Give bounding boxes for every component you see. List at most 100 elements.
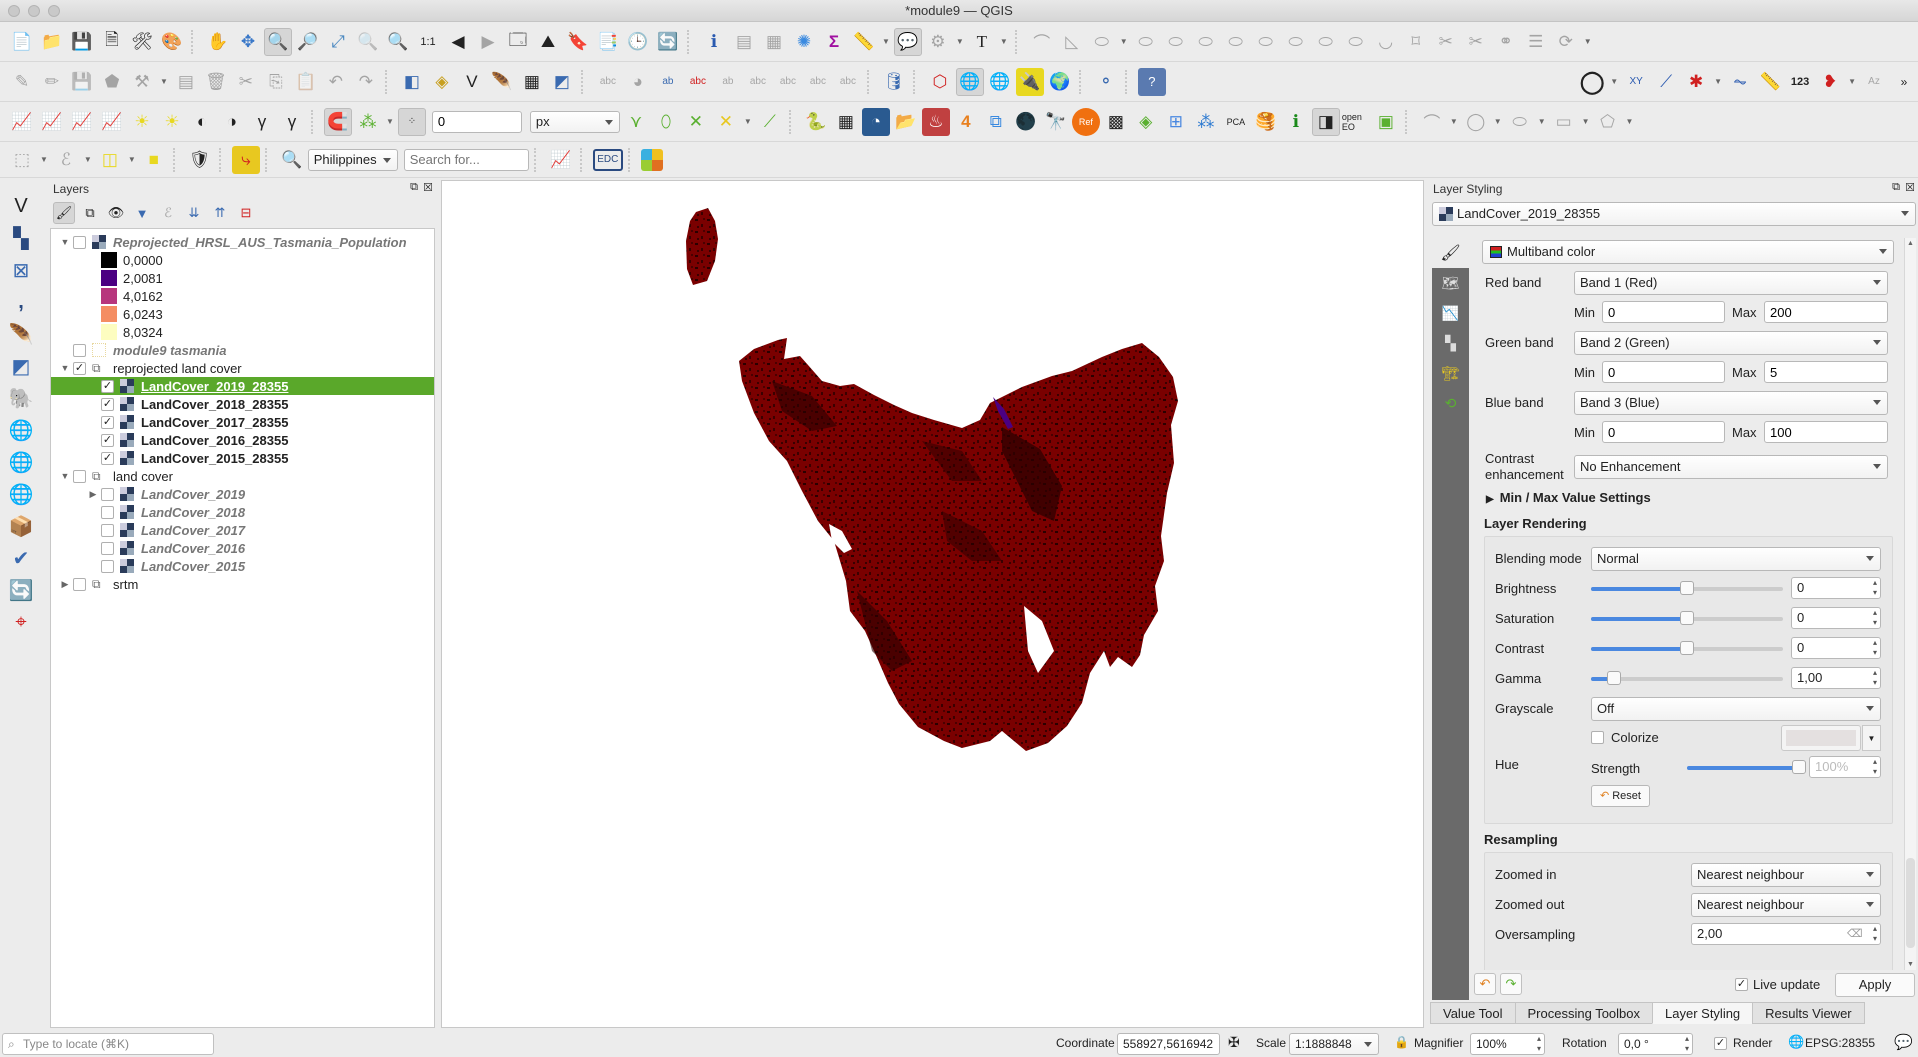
expand-all-icon[interactable]: ⇊ [183, 202, 205, 224]
red-band-select[interactable]: Band 1 (Red) [1574, 271, 1888, 295]
new-virtual-layer-icon[interactable]: ▦ [518, 68, 546, 96]
azimuth-icon[interactable]: Az [1860, 68, 1888, 96]
digitize-polygon-check-icon[interactable]: ✔ [7, 544, 35, 572]
chevron-down-icon[interactable]: ▼ [1610, 77, 1618, 86]
select-annotation-icon[interactable]: ⚙ [924, 28, 952, 56]
rotation-spinbox[interactable]: 0,0 ° [1618, 1033, 1693, 1055]
add-vector-layer-icon[interactable]: V [7, 192, 35, 220]
styling-scrollbar[interactable]: ▲ ▼ [1904, 238, 1916, 970]
pan-to-selection-icon[interactable]: ✥ [234, 28, 262, 56]
contrast-slider[interactable] [1591, 641, 1783, 655]
cut-features-icon[interactable]: ✂ [232, 68, 260, 96]
undo-style-button[interactable]: ↶ [1474, 973, 1496, 995]
layer-visibility-checkbox[interactable]: ✓ [101, 397, 114, 411]
time-series-chart-icon[interactable]: 📈 [547, 146, 575, 174]
brightness-slider[interactable] [1591, 581, 1783, 595]
dock-tab[interactable]: Layer Styling [1652, 1002, 1754, 1024]
gamma-spinbox[interactable]: 1,00 [1791, 667, 1881, 689]
pan-icon[interactable]: ✋ [204, 28, 232, 56]
crs-globe-icon[interactable]: 🌐 [1788, 1034, 1804, 1050]
green-layout-icon[interactable]: ▣ [1372, 108, 1400, 136]
blending-mode-select[interactable]: Normal [1591, 547, 1881, 571]
fill-ring-icon[interactable]: ⬭ [1162, 28, 1190, 56]
network-plugin-icon[interactable]: ⁂ [1192, 108, 1220, 136]
add-polygon-icon[interactable]: ⬟ [98, 68, 126, 96]
shape-circle-icon[interactable]: ◯ [1462, 108, 1490, 136]
style-manager-icon[interactable]: 🎨 [158, 28, 186, 56]
add-wms-icon[interactable]: 🌐 [955, 67, 984, 96]
statistics-icon[interactable]: ▦ [760, 28, 788, 56]
chevron-down-icon[interactable]: ▼ [956, 37, 964, 46]
zoomed-out-select[interactable]: Nearest neighbour [1691, 893, 1881, 917]
colorize-color-button[interactable] [1781, 725, 1861, 751]
label-properties-icon[interactable]: abc [834, 68, 862, 96]
edc-plugin-icon[interactable]: EDC [592, 148, 623, 171]
manage-visibility-icon[interactable]: 👁 [105, 202, 127, 224]
map-canvas[interactable] [441, 180, 1424, 1028]
offset-point-symbols-icon[interactable]: ⟳ [1552, 28, 1580, 56]
dock-tab[interactable]: Value Tool [1430, 1002, 1516, 1024]
new-map-view-icon[interactable]: 🗔 [504, 28, 532, 56]
red-min-input[interactable] [1602, 301, 1725, 323]
zoom-window-button[interactable] [48, 5, 60, 17]
chevron-down-icon[interactable]: ▼ [59, 471, 71, 481]
layer-visibility-checkbox[interactable] [101, 487, 114, 501]
geocoder-search-icon[interactable]: 🔍 [278, 146, 306, 174]
grayscale-select[interactable]: Off [1591, 697, 1881, 721]
layer-visibility-checkbox[interactable]: ✓ [73, 361, 86, 375]
show-bookmarks-icon[interactable]: 📑 [594, 28, 622, 56]
route-plugin-icon[interactable]: ⤷ [231, 145, 260, 174]
close-panel-icon[interactable]: ☒ [423, 181, 433, 194]
rotate-point-symbols-icon[interactable]: ☰ [1522, 28, 1550, 56]
chevron-down-icon[interactable]: ▼ [128, 155, 136, 164]
split-features-icon[interactable]: ✂ [1432, 28, 1460, 56]
add-layer-group-icon[interactable]: ◧ [398, 68, 426, 96]
snapping-magnet-icon[interactable]: 🧲 [324, 107, 352, 136]
add-wfs-layer-icon[interactable]: 🌐 [7, 480, 35, 508]
chevron-down-icon[interactable]: ▼ [1494, 117, 1502, 126]
close-window-button[interactable] [8, 5, 20, 17]
modify-attributes-icon[interactable]: ▤ [172, 68, 200, 96]
geocoder-search-input[interactable] [403, 148, 529, 171]
qgis4-plugin-icon[interactable]: 4 [952, 108, 980, 136]
globe-plugin-icon[interactable]: 🌑 [1012, 108, 1040, 136]
renderer-select[interactable]: Multiband color [1482, 240, 1894, 264]
chevron-down-icon[interactable]: ▼ [1582, 117, 1590, 126]
increase-contrast-icon[interactable]: ◐ [188, 108, 216, 136]
redo-icon[interactable]: ↷ [352, 68, 380, 96]
histogram-tab-icon[interactable]: 📉 [1432, 298, 1469, 328]
transparency-tab-icon[interactable]: 🗺 [1432, 268, 1469, 298]
layer-visibility-checkbox[interactable]: ✓ [101, 433, 114, 447]
green-min-input[interactable] [1602, 361, 1725, 383]
save-project-icon[interactable]: 💾 [68, 28, 96, 56]
zoom-to-selection-icon[interactable]: 🔍 [354, 28, 382, 56]
magnifier-spinbox[interactable]: 100% [1470, 1033, 1545, 1055]
rendering-tab-icon[interactable]: 🏗 [1432, 358, 1469, 388]
pca-plugin-icon[interactable]: PCA [1222, 108, 1250, 136]
zoomed-in-select[interactable]: Nearest neighbour [1691, 863, 1881, 887]
zoom-native-icon[interactable]: 1:1 [414, 28, 442, 56]
minmax-settings-toggle[interactable]: ▶ Min / Max Value Settings [1486, 490, 1651, 505]
scale-select[interactable]: 1:1888848 [1289, 1033, 1379, 1055]
clear-field-icon[interactable]: ⌫ [1847, 927, 1863, 940]
new-shapefile-icon[interactable]: V [458, 68, 486, 96]
green-band-select[interactable]: Band 2 (Green) [1574, 331, 1888, 355]
select-features-icon[interactable]: ⬚ [8, 146, 36, 174]
increase-gamma-icon[interactable]: γ [248, 108, 276, 136]
reshape-icon[interactable]: ⬭ [1252, 28, 1280, 56]
snapping-tolerance-input[interactable] [431, 110, 522, 133]
open-styling-icon[interactable]: 🖌 [53, 202, 75, 224]
search-wms-icon[interactable]: 🌐 [986, 68, 1014, 96]
snap-intersection-icon[interactable]: ✕ [682, 108, 710, 136]
layer-item[interactable]: ✓ LandCover_2015_28355 [51, 449, 434, 467]
layer-visibility-checkbox[interactable] [101, 541, 114, 555]
chevron-down-icon[interactable]: ▼ [1714, 77, 1722, 86]
map-swipe-icon[interactable]: ◨ [1311, 107, 1340, 136]
sync-plugin-icon[interactable]: ⧉ [982, 108, 1010, 136]
chevron-down-icon[interactable]: ▼ [59, 237, 71, 247]
digitizing-icon[interactable]: ◩ [548, 68, 576, 96]
toggle-editing-icon[interactable]: ✏ [38, 68, 66, 96]
snapping-type-icon[interactable]: ⁘ [397, 107, 426, 136]
zoom-full-icon[interactable]: ⤢ [324, 28, 352, 56]
zoom-out-icon[interactable]: 🔎 [294, 28, 322, 56]
